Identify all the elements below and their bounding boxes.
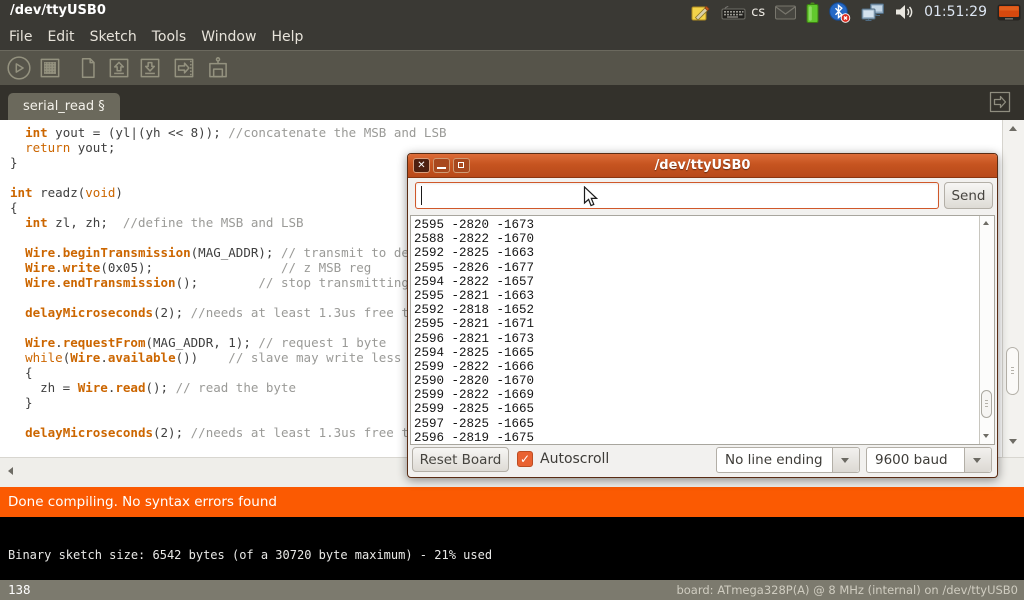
board-info: board: ATmega328P(A) @ 8 MHz (internal) … bbox=[676, 583, 1018, 597]
open-icon bbox=[106, 55, 132, 81]
compile-status-bar: Done compiling. No syntax errors found bbox=[0, 487, 1024, 517]
serial-line: 2596 -2819 -1675 bbox=[414, 431, 994, 445]
bluetooth-icon[interactable] bbox=[829, 2, 851, 23]
menu-item-file[interactable]: File bbox=[9, 29, 32, 45]
serial-line: 2592 -2825 -1663 bbox=[414, 246, 994, 260]
network-icon[interactable] bbox=[861, 3, 885, 22]
ide-status-bar: 138 board: ATmega328P(A) @ 8 MHz (intern… bbox=[0, 580, 1024, 600]
session-icon[interactable] bbox=[997, 4, 1021, 21]
serial-monitor-button[interactable] bbox=[204, 54, 232, 82]
serial-monitor-title: /dev/ttyUSB0 bbox=[408, 158, 997, 173]
build-console: Binary sketch size: 6542 bytes (of a 307… bbox=[0, 517, 1024, 580]
serial-line: 2592 -2818 -1652 bbox=[414, 303, 994, 317]
new-sketch-icon bbox=[75, 55, 101, 81]
serial-input[interactable] bbox=[415, 182, 939, 209]
toolbar bbox=[0, 50, 1024, 85]
menu-item-sketch[interactable]: Sketch bbox=[90, 29, 137, 45]
send-button[interactable]: Send bbox=[944, 182, 993, 209]
tab-panel-arrow-icon[interactable] bbox=[989, 91, 1011, 113]
chevron-down-icon[interactable] bbox=[832, 448, 859, 472]
serial-monitor-window: ✕ /dev/ttyUSB0 Send 2595 -2820 -16732588… bbox=[407, 153, 998, 478]
serial-line: 2597 -2825 -1665 bbox=[414, 417, 994, 431]
serial-line: 2599 -2822 -1669 bbox=[414, 388, 994, 402]
line-number: 138 bbox=[8, 582, 31, 597]
serial-line: 2595 -2826 -1677 bbox=[414, 261, 994, 275]
scroll-up-icon[interactable] bbox=[983, 221, 989, 225]
tab-serial-read[interactable]: serial_read § bbox=[8, 93, 120, 120]
autoscroll-checkbox[interactable]: ✓ bbox=[517, 451, 533, 467]
serial-line: 2596 -2821 -1673 bbox=[414, 332, 994, 346]
verify-button[interactable] bbox=[5, 54, 33, 82]
serial-output[interactable]: 2595 -2820 -16732588 -2822 -16702592 -28… bbox=[410, 215, 995, 445]
baud-value: 9600 baud bbox=[875, 452, 948, 468]
serial-monitor-icon bbox=[205, 55, 231, 81]
scroll-down-icon[interactable] bbox=[983, 434, 989, 438]
scroll-left-icon[interactable] bbox=[8, 467, 13, 475]
system-tray: cs 01:51:29 bbox=[691, 0, 1021, 24]
serial-line: 2594 -2825 -1665 bbox=[414, 346, 994, 360]
upload-icon bbox=[171, 55, 197, 81]
chevron-down-icon[interactable] bbox=[964, 448, 991, 472]
save-icon bbox=[137, 55, 163, 81]
serial-line: 2595 -2820 -1673 bbox=[414, 218, 994, 232]
scroll-down-icon[interactable] bbox=[1009, 439, 1017, 444]
editor-vertical-scrollbar[interactable] bbox=[1002, 120, 1024, 457]
line-ending-select[interactable]: No line ending bbox=[716, 447, 860, 473]
window-title: /dev/ttyUSB0 bbox=[10, 3, 106, 18]
line-ending-value: No line ending bbox=[725, 452, 823, 468]
scroll-up-icon[interactable] bbox=[1009, 126, 1017, 131]
keyboard-layout-label[interactable]: cs bbox=[751, 5, 765, 20]
tab-bar: serial_read § bbox=[0, 85, 1024, 120]
save-button[interactable] bbox=[136, 54, 164, 82]
serial-line: 2599 -2825 -1665 bbox=[414, 402, 994, 416]
mail-icon[interactable] bbox=[775, 5, 796, 20]
serial-line: 2595 -2821 -1663 bbox=[414, 289, 994, 303]
verify-icon bbox=[6, 55, 32, 81]
notes-icon[interactable] bbox=[691, 3, 711, 22]
serial-scrollbar[interactable] bbox=[979, 216, 994, 444]
battery-icon[interactable] bbox=[806, 2, 819, 23]
compile-message: Done compiling. No syntax errors found bbox=[8, 494, 277, 510]
mouse-cursor bbox=[583, 186, 598, 208]
volume-icon[interactable] bbox=[895, 3, 914, 21]
menu-item-help[interactable]: Help bbox=[271, 29, 303, 45]
keyboard-icon[interactable] bbox=[721, 5, 747, 20]
stop-icon bbox=[37, 55, 63, 81]
new-sketch-button[interactable] bbox=[74, 54, 102, 82]
serial-line: 2590 -2820 -1670 bbox=[414, 374, 994, 388]
console-output: Binary sketch size: 6542 bytes (of a 307… bbox=[8, 548, 492, 562]
upload-button[interactable] bbox=[170, 54, 198, 82]
autoscroll-label: Autoscroll bbox=[540, 451, 609, 467]
serial-line: 2599 -2822 -1666 bbox=[414, 360, 994, 374]
desktop: /dev/ttyUSB0 cs 01:51:29 File Edit Sketch T… bbox=[0, 0, 1024, 600]
text-caret bbox=[421, 186, 422, 205]
reset-board-button[interactable]: Reset Board bbox=[412, 447, 509, 472]
top-panel: /dev/ttyUSB0 cs 01:51:29 bbox=[0, 0, 1024, 24]
code-line: int yout = (yl|(yh << 8)); //concatenate… bbox=[10, 125, 1002, 140]
menubar: File Edit Sketch Tools Window Help bbox=[0, 24, 1024, 50]
serial-line: 2595 -2821 -1671 bbox=[414, 317, 994, 331]
serial-scrollbar-thumb[interactable] bbox=[981, 390, 992, 418]
baud-select[interactable]: 9600 baud bbox=[866, 447, 992, 473]
menu-item-tools[interactable]: Tools bbox=[152, 29, 187, 45]
editor-scrollbar-thumb[interactable] bbox=[1006, 347, 1019, 395]
serial-line: 2588 -2822 -1670 bbox=[414, 232, 994, 246]
serial-monitor-titlebar[interactable]: ✕ /dev/ttyUSB0 bbox=[408, 154, 997, 178]
open-button[interactable] bbox=[105, 54, 133, 82]
serial-line: 2594 -2822 -1657 bbox=[414, 275, 994, 289]
tab-label: serial_read § bbox=[23, 99, 105, 114]
clock[interactable]: 01:51:29 bbox=[924, 4, 987, 20]
stop-button[interactable] bbox=[36, 54, 64, 82]
menu-item-edit[interactable]: Edit bbox=[47, 29, 74, 45]
menu-item-window[interactable]: Window bbox=[201, 29, 256, 45]
